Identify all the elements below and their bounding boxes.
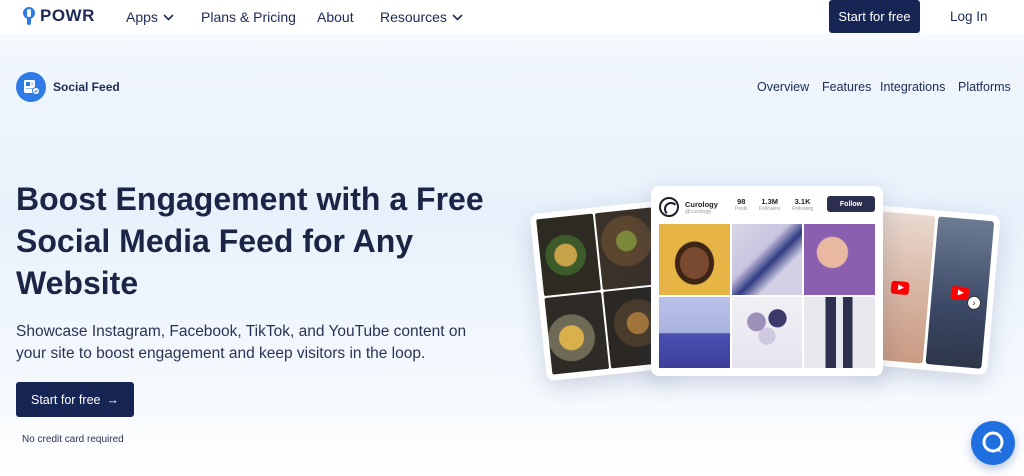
food-photo — [536, 213, 601, 297]
arrow-right-icon: → — [106, 392, 119, 407]
nav-about-label: About — [317, 9, 354, 25]
social-feed-app-icon — [16, 72, 46, 102]
profile-avatar — [659, 197, 679, 217]
post-image[interactable] — [731, 224, 803, 295]
brand-name: POWR — [40, 6, 95, 25]
stat-following: 3.1K Following — [792, 197, 813, 212]
post-image[interactable] — [731, 297, 803, 368]
start-for-free-button[interactable]: Start for free — [829, 0, 920, 33]
post-image[interactable] — [804, 224, 875, 295]
food-photo — [544, 292, 610, 375]
video-thumbnail — [925, 216, 995, 369]
youtube-play-icon — [890, 280, 910, 296]
stat-value: 98 — [737, 197, 746, 206]
stat-value: 3.1K — [794, 197, 811, 206]
product-badge[interactable]: Social Feed — [16, 72, 120, 102]
post-image[interactable] — [659, 224, 730, 295]
nav-about[interactable]: About — [317, 9, 354, 25]
video-grid — [865, 211, 995, 369]
nav-resources-label: Resources — [380, 9, 447, 25]
stat-label: Followers — [759, 206, 781, 212]
chat-launcher-button[interactable] — [971, 421, 1015, 465]
nav-resources[interactable]: Resources — [380, 9, 463, 25]
follow-button[interactable]: Follow — [827, 196, 875, 212]
nav-plans-pricing-label: Plans & Pricing — [201, 9, 296, 25]
subnav-platforms[interactable]: Platforms — [958, 80, 1011, 94]
nav-apps-label: Apps — [126, 9, 158, 25]
profile-name: Curology — [685, 199, 718, 209]
powr-logo[interactable]: POWR — [22, 6, 95, 26]
chat-bubble-icon — [982, 431, 1004, 453]
nav-apps[interactable]: Apps — [126, 9, 174, 25]
product-name: Social Feed — [53, 80, 120, 94]
stat-label: Following — [792, 206, 814, 212]
stat-label: Posts — [735, 206, 748, 212]
instagram-feed-card: Curology @curology 98 Posts 1.3M Followe… — [651, 186, 883, 376]
login-link[interactable]: Log In — [950, 9, 988, 24]
stat-value: 1.3M — [761, 197, 779, 206]
hero-cta-label: Start for free — [31, 392, 101, 407]
hero-start-for-free-button[interactable]: Start for free → — [16, 382, 134, 417]
powr-logo-icon — [22, 7, 35, 25]
subnav-integrations[interactable]: Integrations — [880, 80, 945, 94]
food-photo-grid — [536, 207, 668, 375]
chevron-down-icon — [163, 13, 174, 21]
chevron-down-icon — [452, 13, 463, 21]
subnav-overview[interactable]: Overview — [757, 80, 809, 94]
top-navigation: POWR Apps Plans & Pricing About Resource… — [0, 0, 1024, 34]
nav-plans-pricing[interactable]: Plans & Pricing — [201, 9, 296, 25]
stat-posts: 98 Posts — [735, 197, 748, 212]
profile-handle: @curology — [685, 208, 712, 215]
post-image[interactable] — [659, 297, 730, 368]
stat-followers: 1.3M Followers — [759, 197, 780, 212]
post-image[interactable] — [804, 297, 875, 368]
profile-header: Curology @curology 98 Posts 1.3M Followe… — [659, 194, 875, 220]
post-grid — [659, 224, 875, 368]
youtube-play-icon — [950, 285, 970, 301]
hero-subtitle: Showcase Instagram, Facebook, TikTok, an… — [16, 323, 467, 362]
profile-name-block: Curology @curology — [685, 200, 718, 215]
hero-title: Boost Engagement with a Free Social Medi… — [16, 181, 484, 301]
no-credit-card-note: No credit card required — [22, 434, 124, 445]
food-photo — [594, 207, 660, 290]
subnav-features[interactable]: Features — [822, 80, 871, 94]
